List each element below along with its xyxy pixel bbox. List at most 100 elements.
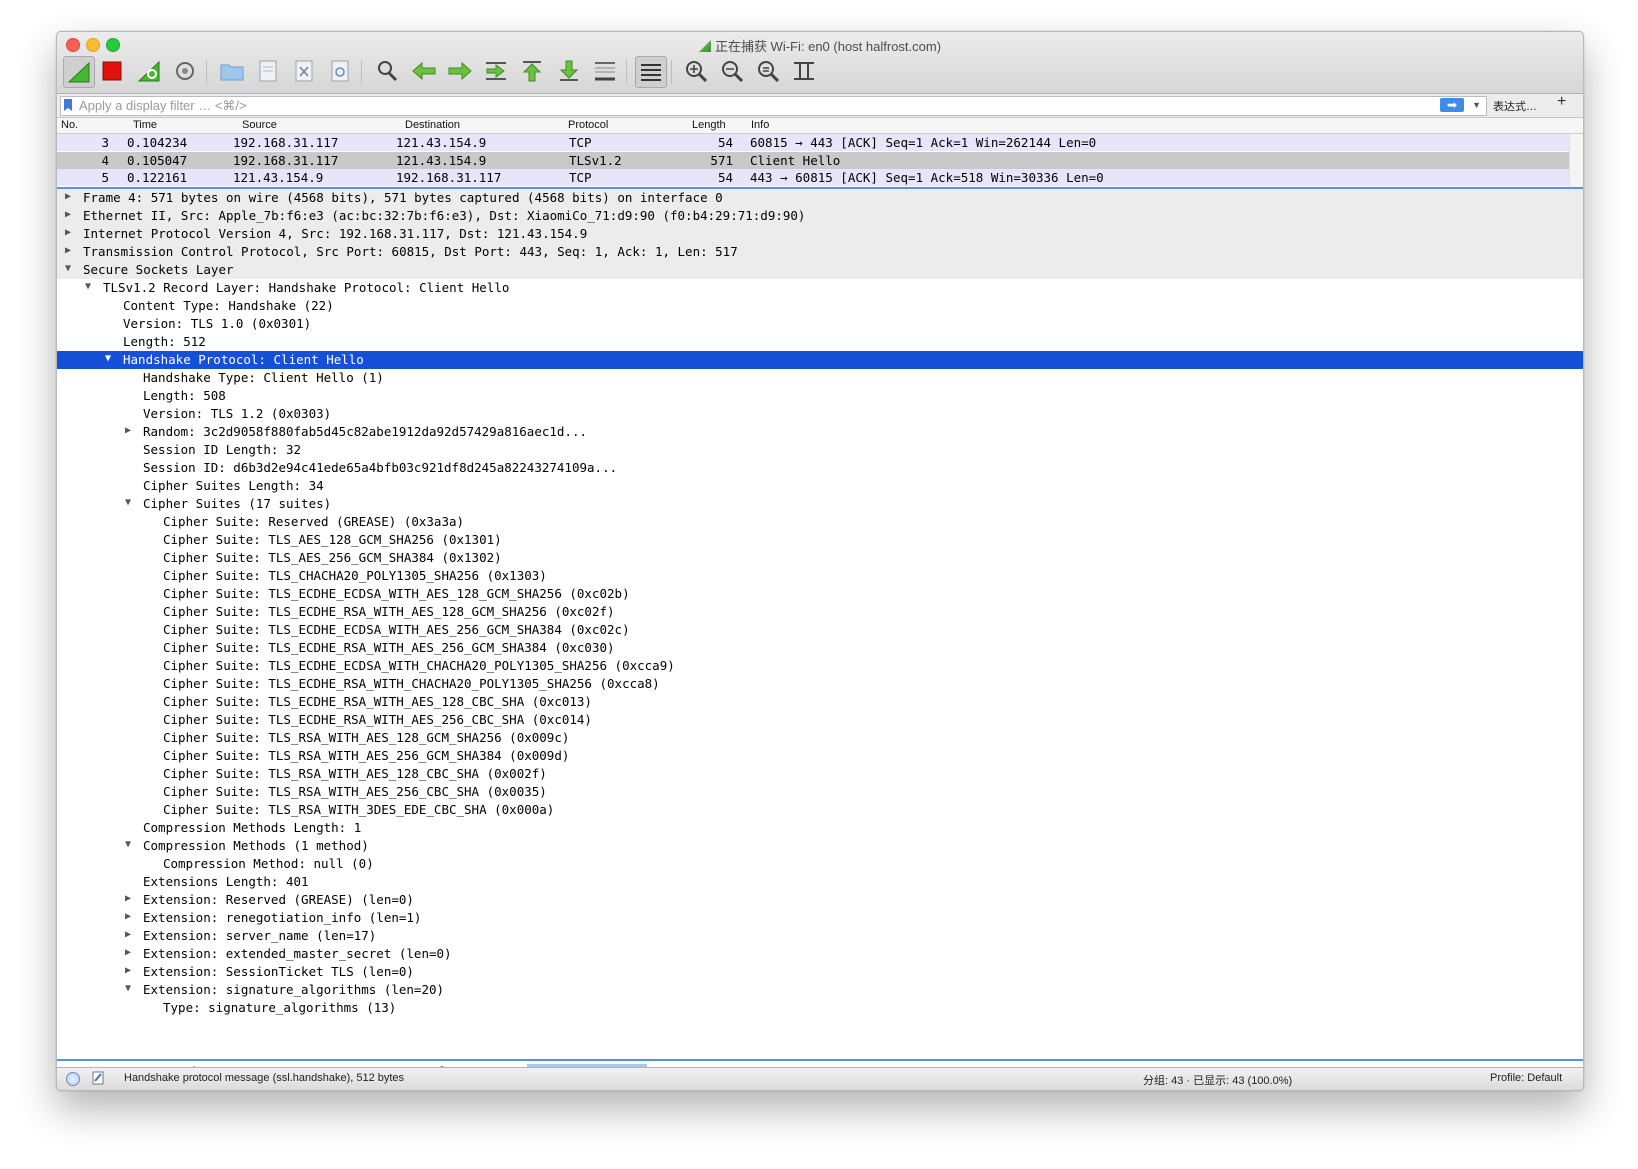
collapsed-triangle-icon[interactable]: ▶ [125, 965, 131, 976]
start-capture-icon[interactable] [63, 56, 95, 88]
go-forward-icon[interactable] [445, 56, 475, 86]
packet-row[interactable]: 5 0.122161 121.43.154.9 192.168.31.117 TCP 54… [57, 169, 1569, 186]
tree-item[interactable]: ▶ Ethernet II, Src: Apple_7b:f6:e3 (ac:bc… [57, 207, 1583, 225]
tree-item[interactable]: Length: 512 [57, 333, 1583, 351]
expanded-triangle-icon[interactable]: ▼ [125, 983, 131, 994]
tree-item[interactable]: Cipher Suite: Reserved (GREASE) (0x3a3a) [57, 513, 1583, 531]
tree-item[interactable]: Cipher Suites Length: 34 [57, 477, 1583, 495]
save-file-icon[interactable] [253, 56, 283, 86]
resize-columns-icon[interactable] [789, 56, 819, 86]
collapsed-triangle-icon[interactable]: ▶ [125, 929, 131, 940]
tree-item[interactable]: Cipher Suite: TLS_ECDHE_RSA_WITH_AES_128… [57, 603, 1583, 621]
packet-row[interactable]: 4 0.105047 192.168.31.117 121.43.154.9 TLSv1… [57, 151, 1569, 169]
expanded-triangle-icon[interactable]: ▼ [125, 497, 131, 508]
tree-item[interactable]: Type: signature_algorithms (13) [57, 999, 1583, 1017]
restart-capture-icon[interactable] [134, 56, 164, 86]
tree-item[interactable]: Cipher Suite: TLS_ECDHE_ECDSA_WITH_CHACH… [57, 657, 1583, 675]
packet-list-scrollbar[interactable] [1569, 134, 1583, 187]
autoscroll-icon[interactable] [590, 56, 620, 86]
zoom-normal-icon[interactable] [753, 56, 783, 86]
tree-item[interactable]: ▶ Extension: Reserved (GREASE) (len=0) [57, 891, 1583, 909]
tree-item[interactable]: Compression Method: null (0) [57, 855, 1583, 873]
expert-info-icon[interactable] [66, 1072, 80, 1086]
tree-item[interactable]: Session ID Length: 32 [57, 441, 1583, 459]
tree-item[interactable]: Content Type: Handshake (22) [57, 297, 1583, 315]
capture-comment-icon[interactable] [92, 1071, 104, 1085]
tree-item[interactable]: ▼ Secure Sockets Layer [57, 261, 1583, 279]
tree-item[interactable]: ▶ Extension: extended_master_secret (len=… [57, 945, 1583, 963]
tree-item[interactable]: Handshake Type: Client Hello (1) [57, 369, 1583, 387]
tree-item[interactable]: ▶ Transmission Control Protocol, Src Port… [57, 243, 1583, 261]
add-filter-button[interactable]: + [1557, 93, 1566, 111]
collapsed-triangle-icon[interactable]: ▶ [125, 425, 131, 436]
tree-item[interactable]: Cipher Suite: TLS_CHACHA20_POLY1305_SHA2… [57, 567, 1583, 585]
open-file-icon[interactable] [217, 56, 247, 86]
column-header-info[interactable]: Info [751, 119, 769, 131]
tree-item[interactable]: Version: TLS 1.0 (0x0301) [57, 315, 1583, 333]
tree-item[interactable]: Cipher Suite: TLS_AES_256_GCM_SHA384 (0x… [57, 549, 1583, 567]
collapsed-triangle-icon[interactable]: ▶ [125, 947, 131, 958]
go-first-icon[interactable] [517, 56, 547, 86]
close-file-icon[interactable] [289, 56, 319, 86]
collapsed-triangle-icon[interactable]: ▶ [125, 911, 131, 922]
expanded-triangle-icon[interactable]: ▼ [85, 281, 91, 292]
tree-item[interactable]: ▶ Extension: renegotiation_info (len=1) [57, 909, 1583, 927]
expanded-triangle-icon[interactable]: ▼ [105, 353, 111, 364]
tree-item[interactable]: ▶ Extension: server_name (len=17) [57, 927, 1583, 945]
tree-item[interactable]: ▶ Frame 4: 571 bytes on wire (4568 bits),… [57, 189, 1583, 207]
tree-item-selected[interactable]: ▼ Handshake Protocol: Client Hello [57, 351, 1583, 369]
display-filter-input[interactable]: Apply a display filter … <⌘/> ➡ ▼ [60, 96, 1487, 116]
tree-item[interactable]: ▼ Cipher Suites (17 suites) [57, 495, 1583, 513]
tree-item[interactable]: Cipher Suite: TLS_RSA_WITH_AES_256_CBC_S… [57, 783, 1583, 801]
column-header-length[interactable]: Length [692, 119, 726, 131]
column-header-time[interactable]: Time [133, 119, 157, 131]
tree-item[interactable]: Cipher Suite: TLS_RSA_WITH_AES_128_GCM_S… [57, 729, 1583, 747]
packet-row[interactable]: 3 0.104234 192.168.31.117 121.43.154.9 TCP 54… [57, 134, 1569, 151]
tree-item[interactable]: Cipher Suite: TLS_RSA_WITH_AES_256_GCM_S… [57, 747, 1583, 765]
column-header-protocol[interactable]: Protocol [568, 119, 608, 131]
tree-item[interactable]: Cipher Suite: TLS_ECDHE_RSA_WITH_AES_256… [57, 711, 1583, 729]
column-header-source[interactable]: Source [242, 119, 277, 131]
tree-item[interactable]: ▶ Extension: SessionTicket TLS (len=0) [57, 963, 1583, 981]
apply-filter-button[interactable]: ➡ [1440, 98, 1464, 112]
packet-details-tree[interactable]: ▶ Frame 4: 571 bytes on wire (4568 bits),… [57, 189, 1583, 1058]
zoom-out-icon[interactable] [717, 56, 747, 86]
profile-selector[interactable]: Profile: Default [1490, 1072, 1562, 1084]
go-last-icon[interactable] [554, 56, 584, 86]
expanded-triangle-icon[interactable]: ▼ [125, 839, 131, 850]
tree-item[interactable]: Cipher Suite: TLS_AES_128_GCM_SHA256 (0x… [57, 531, 1583, 549]
collapsed-triangle-icon[interactable]: ▶ [125, 893, 131, 904]
collapsed-triangle-icon[interactable]: ▶ [65, 227, 71, 238]
tree-item[interactable]: Cipher Suite: TLS_RSA_WITH_3DES_EDE_CBC_… [57, 801, 1583, 819]
collapsed-triangle-icon[interactable]: ▶ [65, 191, 71, 202]
column-header-no[interactable]: No. [61, 119, 78, 131]
capture-options-icon[interactable] [170, 56, 200, 86]
go-to-packet-icon[interactable] [481, 56, 511, 86]
colorize-icon[interactable] [635, 56, 667, 88]
tree-item[interactable]: Cipher Suite: TLS_ECDHE_ECDSA_WITH_AES_1… [57, 585, 1583, 603]
reload-file-icon[interactable] [325, 56, 355, 86]
collapsed-triangle-icon[interactable]: ▶ [65, 209, 71, 220]
tree-item[interactable]: ▼ Extension: signature_algorithms (len=20… [57, 981, 1583, 999]
go-back-icon[interactable] [409, 56, 439, 86]
tree-item[interactable]: Length: 508 [57, 387, 1583, 405]
tree-item[interactable]: Session ID: d6b3d2e94c41ede65a4bfb03c921… [57, 459, 1583, 477]
find-packet-icon[interactable] [372, 56, 402, 86]
expression-button[interactable]: 表达式… [1493, 98, 1537, 114]
tree-item[interactable]: Cipher Suite: TLS_ECDHE_RSA_WITH_CHACHA2… [57, 675, 1583, 693]
chevron-down-icon[interactable]: ▼ [1472, 100, 1481, 110]
stop-capture-icon[interactable] [97, 56, 127, 86]
tree-item[interactable]: ▶ Internet Protocol Version 4, Src: 192.1… [57, 225, 1583, 243]
tree-item[interactable]: Cipher Suite: TLS_ECDHE_RSA_WITH_AES_256… [57, 639, 1583, 657]
tree-item[interactable]: Cipher Suite: TLS_ECDHE_ECDSA_WITH_AES_2… [57, 621, 1583, 639]
tree-item[interactable]: ▼ Compression Methods (1 method) [57, 837, 1583, 855]
tree-item[interactable]: ▼ TLSv1.2 Record Layer: Handshake Protoco… [57, 279, 1583, 297]
tree-item[interactable]: Cipher Suite: TLS_ECDHE_RSA_WITH_AES_128… [57, 693, 1583, 711]
collapsed-triangle-icon[interactable]: ▶ [65, 245, 71, 256]
bookmark-icon[interactable] [64, 99, 72, 111]
zoom-in-icon[interactable] [681, 56, 711, 86]
tree-item[interactable]: Version: TLS 1.2 (0x0303) [57, 405, 1583, 423]
column-header-destination[interactable]: Destination [405, 119, 460, 131]
expanded-triangle-icon[interactable]: ▼ [65, 263, 71, 274]
packet-list[interactable]: No. Time Source Destination Protocol Len… [57, 118, 1583, 189]
